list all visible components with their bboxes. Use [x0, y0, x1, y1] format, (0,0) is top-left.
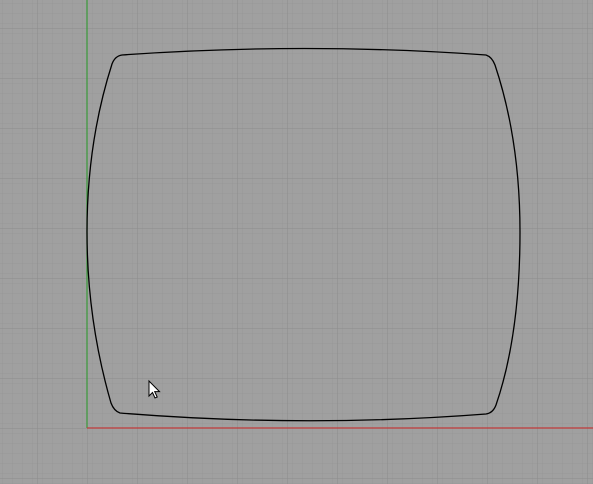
top-viewport[interactable] — [0, 0, 593, 484]
viewport-canvas[interactable] — [0, 0, 593, 484]
major-grid — [0, 0, 593, 484]
